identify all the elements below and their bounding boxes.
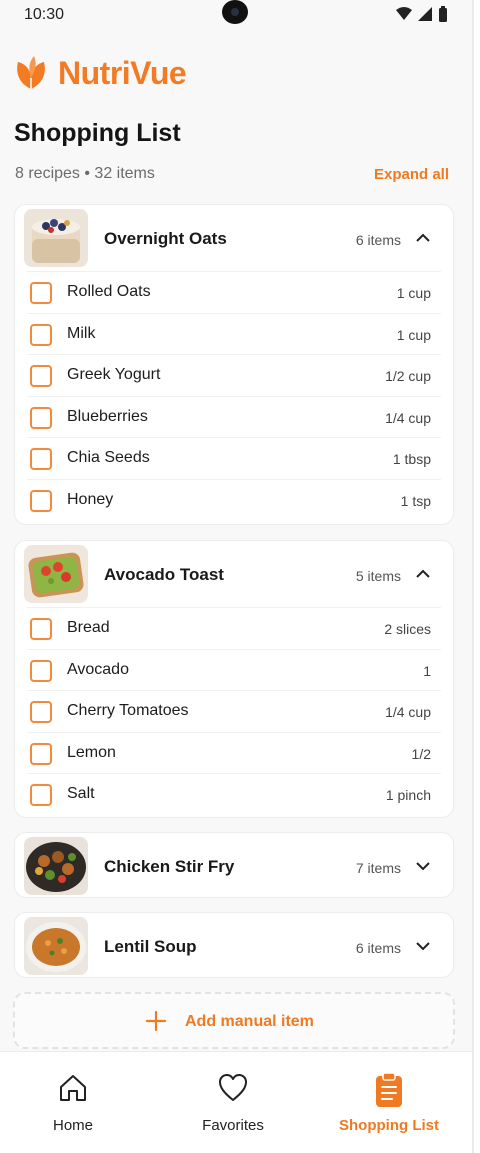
- recipe-item-count: 6 items: [355, 940, 401, 956]
- recipe-card-header[interactable]: Avocado Toast 5 items: [15, 541, 453, 607]
- status-time: 10:30: [24, 6, 65, 23]
- list-item: Salt 1 pinch: [27, 773, 441, 815]
- list-summary: 8 recipes • 32 items: [15, 165, 155, 182]
- list-item: Cherry Tomatoes 1/4 cup: [27, 690, 441, 732]
- item-checkbox[interactable]: [30, 659, 52, 682]
- leaf-logo-icon: [17, 56, 45, 89]
- brand-name: NutriVue: [58, 54, 187, 91]
- heart-icon: [219, 1074, 247, 1101]
- list-item: Milk 1 cup: [27, 312, 441, 355]
- avocado-toast-thumbnail: [24, 545, 88, 603]
- plus-icon: [145, 1010, 167, 1032]
- item-checkbox[interactable]: [30, 618, 52, 640]
- item-name: Honey: [67, 490, 114, 508]
- nav-home-label: Home: [52, 1117, 93, 1134]
- item-quantity: 1/2: [411, 745, 431, 762]
- item-name: Greek Yogurt: [67, 366, 161, 384]
- wifi-icon: [396, 7, 412, 20]
- list-item: Chia Seeds 1 tbsp: [27, 437, 441, 479]
- item-name: Cherry Tomatoes: [67, 702, 189, 720]
- item-quantity: 1/2 cup: [385, 368, 431, 385]
- item-quantity: 1 cup: [396, 285, 431, 301]
- status-icons: [396, 6, 448, 22]
- item-quantity: 1/4 cup: [385, 409, 431, 426]
- recipe-card-overnight-oats: Overnight Oats 6 items Rolled Oats 1 cup…: [14, 204, 454, 525]
- overnight-oats-thumbnail: [24, 209, 88, 267]
- brand-header: NutriVue: [12, 54, 187, 92]
- chicken-stir-fry-thumbnail: [24, 837, 88, 895]
- item-quantity: 1 pinch: [385, 787, 431, 804]
- page-title: Shopping List: [14, 119, 181, 147]
- list-item: Lemon 1/2: [27, 731, 441, 774]
- recipe-card-header[interactable]: Chicken Stir Fry 7 items: [15, 833, 453, 897]
- list-item: Honey 1 tsp: [27, 478, 441, 521]
- item-quantity: 1/4 cup: [385, 704, 431, 721]
- recipe-item-count: 6 items: [355, 232, 401, 248]
- item-quantity: 1: [423, 662, 431, 679]
- status-bar: 10:30: [0, 0, 472, 30]
- item-name: Blueberries: [67, 407, 148, 425]
- clipboard-icon: [376, 1072, 402, 1107]
- item-quantity: 2 slices: [384, 621, 431, 637]
- item-checkbox[interactable]: [30, 282, 52, 304]
- item-name: Chia Seeds: [67, 449, 150, 467]
- nav-home[interactable]: Home: [8, 1052, 138, 1153]
- recipe-title: Overnight Oats: [104, 229, 227, 248]
- recipe-item-count: 5 items: [355, 568, 401, 584]
- list-item: Avocado 1: [27, 648, 441, 691]
- nav-favorites[interactable]: Favorites: [168, 1052, 298, 1153]
- list-item: Rolled Oats 1 cup: [27, 271, 441, 313]
- item-checkbox[interactable]: [30, 323, 52, 346]
- signal-icon: [418, 7, 432, 21]
- recipe-card-lentil-soup[interactable]: Lentil Soup 6 items: [14, 912, 454, 978]
- item-checkbox[interactable]: [30, 701, 52, 724]
- item-checkbox[interactable]: [30, 406, 52, 429]
- chevron-down-icon[interactable]: [415, 858, 431, 874]
- item-quantity: 1 tsp: [400, 492, 431, 509]
- expand-all-button[interactable]: Expand all: [374, 166, 449, 183]
- bottom-navigation: Home Favorites Shopping List: [0, 1051, 472, 1153]
- recipe-title: Lentil Soup: [104, 937, 197, 956]
- recipe-card-header[interactable]: Overnight Oats 6 items: [15, 205, 453, 271]
- app-screen: 10:30 NutriVue Shopping List 8 recipes •…: [0, 0, 474, 1153]
- recipe-title: Chicken Stir Fry: [104, 857, 235, 876]
- camera-cutout: [222, 0, 248, 24]
- item-name: Milk: [67, 324, 96, 342]
- recipe-card-avocado-toast: Avocado Toast 5 items Bread 2 slices Avo…: [14, 540, 454, 818]
- battery-icon: [439, 6, 447, 22]
- item-name: Rolled Oats: [67, 283, 151, 300]
- add-manual-item-button[interactable]: Add manual item: [13, 992, 455, 1049]
- list-item: Greek Yogurt 1/2 cup: [27, 354, 441, 396]
- recipe-card-header[interactable]: Lentil Soup 6 items: [15, 913, 453, 977]
- nav-shopping-list-label: Shopping List: [339, 1117, 439, 1134]
- list-item: Blueberries 1/4 cup: [27, 395, 441, 438]
- recipe-card-chicken-stir-fry[interactable]: Chicken Stir Fry 7 items: [14, 832, 454, 898]
- chevron-up-icon[interactable]: [415, 566, 431, 582]
- item-name: Lemon: [67, 743, 116, 761]
- item-checkbox[interactable]: [30, 365, 52, 388]
- item-quantity: 1 cup: [396, 326, 431, 343]
- item-name: Salt: [67, 785, 95, 803]
- list-item: Bread 2 slices: [27, 607, 441, 649]
- item-checkbox[interactable]: [30, 448, 52, 471]
- lentil-soup-thumbnail: [24, 917, 88, 975]
- recipe-title: Avocado Toast: [104, 565, 224, 584]
- nav-shopping-list[interactable]: Shopping List: [324, 1052, 454, 1153]
- recipe-item-count: 7 items: [355, 860, 401, 876]
- item-checkbox[interactable]: [30, 489, 52, 512]
- home-icon: [60, 1075, 86, 1101]
- item-name: Bread: [67, 619, 110, 636]
- item-checkbox[interactable]: [30, 784, 52, 807]
- chevron-down-icon[interactable]: [415, 938, 431, 954]
- add-manual-item-label: Add manual item: [185, 1013, 314, 1030]
- nav-favorites-label: Favorites: [202, 1117, 264, 1134]
- item-quantity: 1 tbsp: [392, 451, 431, 468]
- item-name: Avocado: [67, 660, 129, 678]
- item-checkbox[interactable]: [30, 742, 52, 765]
- chevron-up-icon[interactable]: [415, 230, 431, 246]
